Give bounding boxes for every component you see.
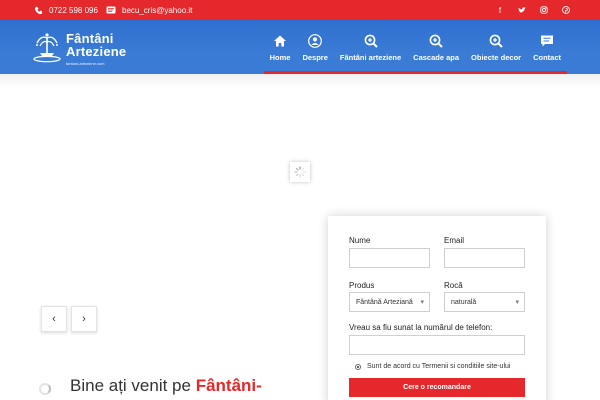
logo-line-2: Arteziene: [66, 44, 127, 59]
welcome-heading: Bine ați venit pe Fântâni-: [70, 376, 262, 396]
product-label: Produs: [349, 281, 375, 290]
name-label: Nume: [349, 236, 371, 245]
section-loader-icon: [39, 383, 51, 395]
spinner-icon: [294, 166, 306, 178]
zoom-icon: [429, 34, 443, 48]
instagram-icon[interactable]: [540, 6, 548, 14]
nav-item-despre[interactable]: Despre: [296, 20, 334, 74]
terms-agree[interactable]: Sunt de acord cu Termenii si conditiile …: [355, 363, 510, 370]
terms-text: Sunt de acord cu Termenii si conditiile …: [367, 363, 511, 370]
top-bar: 0722 598 096 becu_cris@yahoo.it f: [0, 0, 600, 20]
nav-item-home[interactable]: Home: [263, 20, 297, 74]
nav-item-cascade-apa[interactable]: Cascade apa: [407, 20, 466, 74]
home-icon: [274, 35, 287, 47]
site-logo[interactable]: Fântâni Arteziene fantani-arteziene.com: [32, 28, 126, 68]
fountain-logo-icon: [33, 33, 61, 63]
phone-label: Vreau sa fiu sunat la numărul de telefon…: [349, 323, 493, 332]
email-field[interactable]: [444, 248, 525, 268]
nav-label: Fântâni arteziene: [339, 53, 402, 62]
header-shadow: [0, 74, 600, 88]
loading-spinner: [290, 162, 310, 182]
nav-item-fantani-arteziene[interactable]: Fântâni arteziene: [333, 20, 408, 74]
social-links: f: [496, 0, 570, 20]
recommendation-form: Nume Email Produs Rocă Fântână Arteziană…: [328, 216, 546, 400]
nav-label: Cascade apa: [413, 53, 460, 62]
facebook-icon[interactable]: f: [496, 6, 504, 15]
chat-icon: [541, 35, 554, 47]
zoom-icon: [364, 34, 378, 48]
submit-button[interactable]: Cere o recomandare: [349, 378, 525, 397]
product-select[interactable]: Fântână Arteziană: [349, 292, 430, 312]
phone-number: 0722 598 096: [49, 5, 98, 15]
twitter-icon[interactable]: [518, 6, 526, 14]
nav-label: Obiecte decor: [471, 53, 522, 62]
product-select-value: Fântână Arteziană: [356, 298, 413, 306]
envelope-icon: [106, 6, 116, 14]
phone-icon: [34, 6, 43, 14]
nav-label: Contact: [533, 53, 561, 62]
main-nav: Home Despre Fântâni arteziene Cascade ap…: [263, 20, 567, 74]
nav-label: Home: [269, 53, 291, 62]
nav-item-contact[interactable]: Contact: [527, 20, 567, 74]
rock-label: Rocă: [444, 281, 463, 290]
slider-prev-button[interactable]: ‹: [41, 306, 67, 332]
slider-next-button[interactable]: ›: [71, 306, 97, 332]
user-icon: [308, 34, 323, 48]
name-field[interactable]: [349, 248, 430, 268]
welcome-text: Bine ați venit pe: [70, 376, 196, 395]
rock-select-value: naturală: [451, 298, 477, 306]
chevron-right-icon: ›: [82, 313, 86, 325]
site-header: Fântâni Arteziene fantani-arteziene.com …: [0, 20, 600, 74]
pinterest-icon[interactable]: [562, 6, 570, 14]
logo-tagline: fantani-arteziene.com: [66, 61, 105, 66]
phone-contact[interactable]: 0722 598 096: [34, 0, 98, 20]
nav-item-obiecte-decor[interactable]: Obiecte decor: [465, 20, 528, 74]
email-address: becu_cris@yahoo.it: [122, 5, 193, 15]
email-contact[interactable]: becu_cris@yahoo.it: [106, 0, 192, 20]
terms-radio[interactable]: [355, 363, 361, 370]
nav-label: Despre: [302, 53, 328, 62]
welcome-highlight: Fântâni-: [195, 376, 262, 395]
zoom-icon: [489, 34, 503, 48]
rock-select[interactable]: naturală: [444, 292, 525, 312]
email-label: Email: [444, 236, 465, 245]
phone-field[interactable]: [349, 335, 525, 355]
chevron-left-icon: ‹: [52, 313, 56, 325]
